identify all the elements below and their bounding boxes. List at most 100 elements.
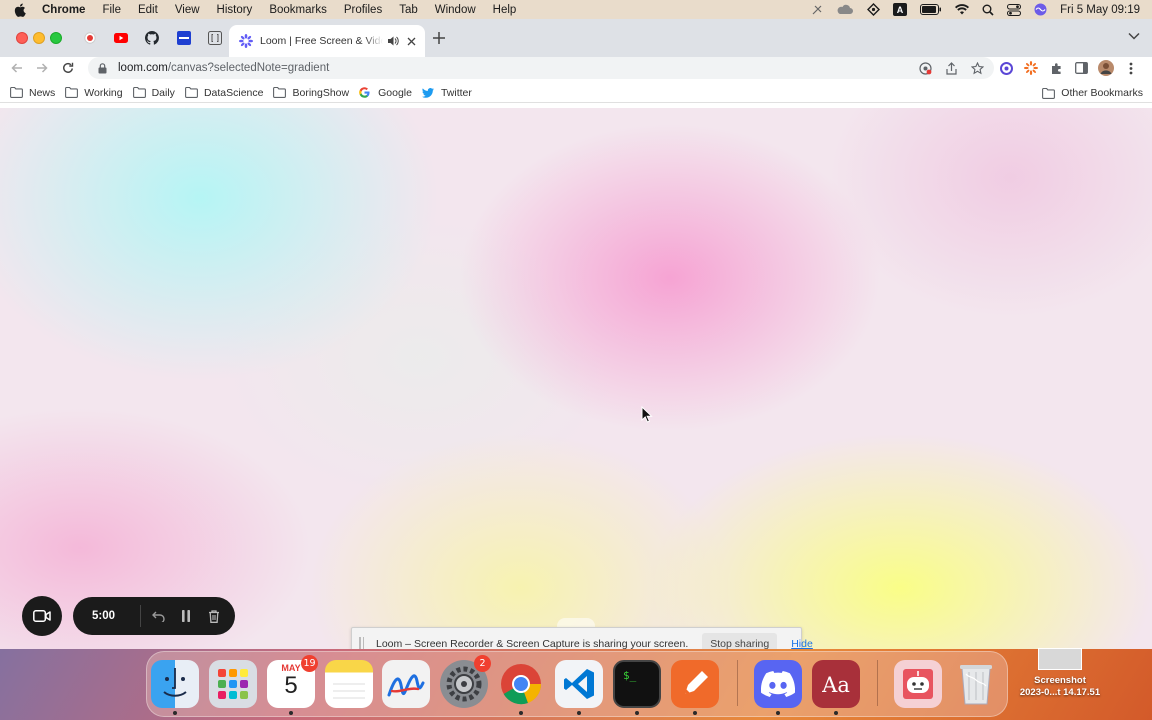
- trash-icon[interactable]: [207, 608, 222, 624]
- pinned-tab-github[interactable]: [144, 30, 160, 46]
- svg-text:A: A: [897, 5, 904, 15]
- bookmark-star-icon[interactable]: [970, 61, 984, 75]
- minimize-window-button[interactable]: [33, 32, 45, 44]
- menu-bookmarks[interactable]: Bookmarks: [269, 4, 327, 16]
- menu-help[interactable]: Help: [493, 4, 517, 16]
- stop-sharing-button[interactable]: Stop sharing: [702, 632, 778, 649]
- forward-arrow-icon[interactable]: [34, 60, 50, 76]
- menu-view[interactable]: View: [175, 4, 200, 16]
- gradient-canvas[interactable]: 5:00 Loom – Screen Recorder & Screen Cap…: [0, 108, 1152, 649]
- tab-loom[interactable]: Loom | Free Screen & Video Recording: [229, 25, 425, 57]
- menu-app-name[interactable]: Chrome: [42, 4, 85, 16]
- cloud-icon[interactable]: [836, 4, 854, 15]
- profile-avatar[interactable]: [1098, 60, 1114, 76]
- desktop-screenshot-label[interactable]: Screenshot 2023-0...t 14.17.51: [1008, 675, 1112, 699]
- notes-lines-icon: [333, 683, 365, 699]
- bars-icon: [177, 31, 191, 45]
- hide-link[interactable]: Hide: [787, 634, 817, 650]
- pause-icon[interactable]: [179, 608, 194, 624]
- speaker-icon[interactable]: [387, 35, 399, 47]
- share-icon[interactable]: [944, 61, 958, 75]
- dock-launchpad[interactable]: [209, 660, 257, 708]
- reload-icon[interactable]: [60, 60, 76, 76]
- grip-icon[interactable]: [359, 636, 364, 649]
- extension-circle-icon[interactable]: [998, 60, 1014, 76]
- terminal-icon: $_: [623, 669, 637, 682]
- dock-trash[interactable]: [952, 660, 1000, 708]
- search-icon[interactable]: [982, 4, 994, 16]
- puzzle-extensions-icon[interactable]: [1048, 60, 1064, 76]
- dock-postman[interactable]: [671, 660, 719, 708]
- other-bookmarks-label: Other Bookmarks: [1061, 87, 1143, 99]
- close-window-button[interactable]: [16, 32, 28, 44]
- bookmark-news[interactable]: News: [10, 87, 55, 99]
- browser-toolbar: loom.com/canvas?selectedNote=gradient: [0, 57, 1152, 79]
- dock-robot-app[interactable]: [894, 660, 942, 708]
- side-panel-icon[interactable]: [1073, 60, 1089, 76]
- control-center-icon[interactable]: [1007, 3, 1022, 16]
- menu-profiles[interactable]: Profiles: [344, 4, 382, 16]
- video-camera-icon: [33, 610, 51, 622]
- siri-icon[interactable]: [1034, 3, 1047, 16]
- tab-search-chevron-icon[interactable]: [1128, 32, 1140, 44]
- menu-file[interactable]: File: [102, 4, 121, 16]
- menu-history[interactable]: History: [217, 4, 253, 16]
- tracking-blocked-icon[interactable]: [918, 61, 932, 75]
- dock-terminal[interactable]: $_: [613, 660, 661, 708]
- menu-kebab-icon[interactable]: [1123, 60, 1139, 76]
- dock-discord[interactable]: [754, 660, 802, 708]
- bookmark-boringshow[interactable]: BoringShow: [273, 87, 349, 99]
- discord-icon: [761, 671, 795, 697]
- dock-chrome[interactable]: [497, 660, 545, 708]
- input-source-icon[interactable]: A: [893, 3, 908, 16]
- close-tab-icon[interactable]: [405, 35, 417, 47]
- folder-icon: [132, 87, 147, 99]
- running-indicator: [693, 711, 697, 715]
- desktop-label-line1: Screenshot: [1034, 675, 1086, 686]
- menu-clock[interactable]: Fri 5 May 09:19: [1060, 4, 1140, 16]
- dock-finder[interactable]: [151, 660, 199, 708]
- battery-icon[interactable]: [920, 4, 942, 15]
- dock-separator: [737, 660, 738, 706]
- no-pen-icon[interactable]: [811, 4, 823, 16]
- loom-extension-icon[interactable]: [1023, 60, 1039, 76]
- menu-tab[interactable]: Tab: [399, 4, 418, 16]
- undo-icon[interactable]: [151, 608, 166, 624]
- folder-icon: [184, 87, 199, 99]
- pinned-tab-brackets[interactable]: [207, 30, 223, 46]
- loom-camera-button[interactable]: [22, 596, 62, 636]
- zoom-window-button[interactable]: [50, 32, 62, 44]
- menu-window[interactable]: Window: [435, 4, 476, 16]
- folder-icon: [1042, 87, 1056, 99]
- url-text[interactable]: loom.com/canvas?selectedNote=gradient: [118, 62, 329, 74]
- bookmark-datascience[interactable]: DataScience: [184, 87, 263, 99]
- wifi-icon[interactable]: [955, 4, 970, 15]
- apple-icon[interactable]: [14, 3, 28, 17]
- other-bookmarks[interactable]: Other Bookmarks: [1042, 87, 1143, 99]
- address-bar[interactable]: loom.com/canvas?selectedNote=gradient: [88, 57, 994, 79]
- chrome-icon: [501, 664, 542, 705]
- bookmark-twitter[interactable]: Twitter: [421, 87, 472, 99]
- lock-icon[interactable]: [98, 63, 108, 74]
- new-tab-button[interactable]: [431, 30, 447, 46]
- tab-strip: Loom | Free Screen & Video Recording: [0, 19, 1152, 57]
- dock-dictionary[interactable]: Aa: [812, 660, 860, 708]
- dock-notes[interactable]: [325, 660, 373, 708]
- back-arrow-icon[interactable]: [9, 60, 25, 76]
- bookmark-label: BoringShow: [292, 86, 350, 99]
- dock-vscode[interactable]: [555, 660, 603, 708]
- dock-freeform[interactable]: [382, 660, 430, 708]
- bookmark-working[interactable]: Working: [65, 87, 123, 99]
- diamond-icon[interactable]: [867, 3, 881, 16]
- bookmark-google[interactable]: Google: [359, 87, 412, 99]
- url-path: /canvas?selectedNote=gradient: [167, 62, 330, 74]
- pinned-tab-recording[interactable]: [82, 30, 98, 46]
- desktop-screenshot-thumbnail[interactable]: [1038, 648, 1082, 670]
- bookmark-daily[interactable]: Daily: [132, 87, 175, 99]
- menu-edit[interactable]: Edit: [138, 4, 158, 16]
- tab-title: Loom | Free Screen & Video Recording: [260, 35, 383, 47]
- vscode-icon: [564, 669, 594, 699]
- pinned-tab-youtube[interactable]: [113, 30, 129, 46]
- running-indicator: [289, 711, 293, 715]
- pinned-tab-app[interactable]: [176, 30, 192, 46]
